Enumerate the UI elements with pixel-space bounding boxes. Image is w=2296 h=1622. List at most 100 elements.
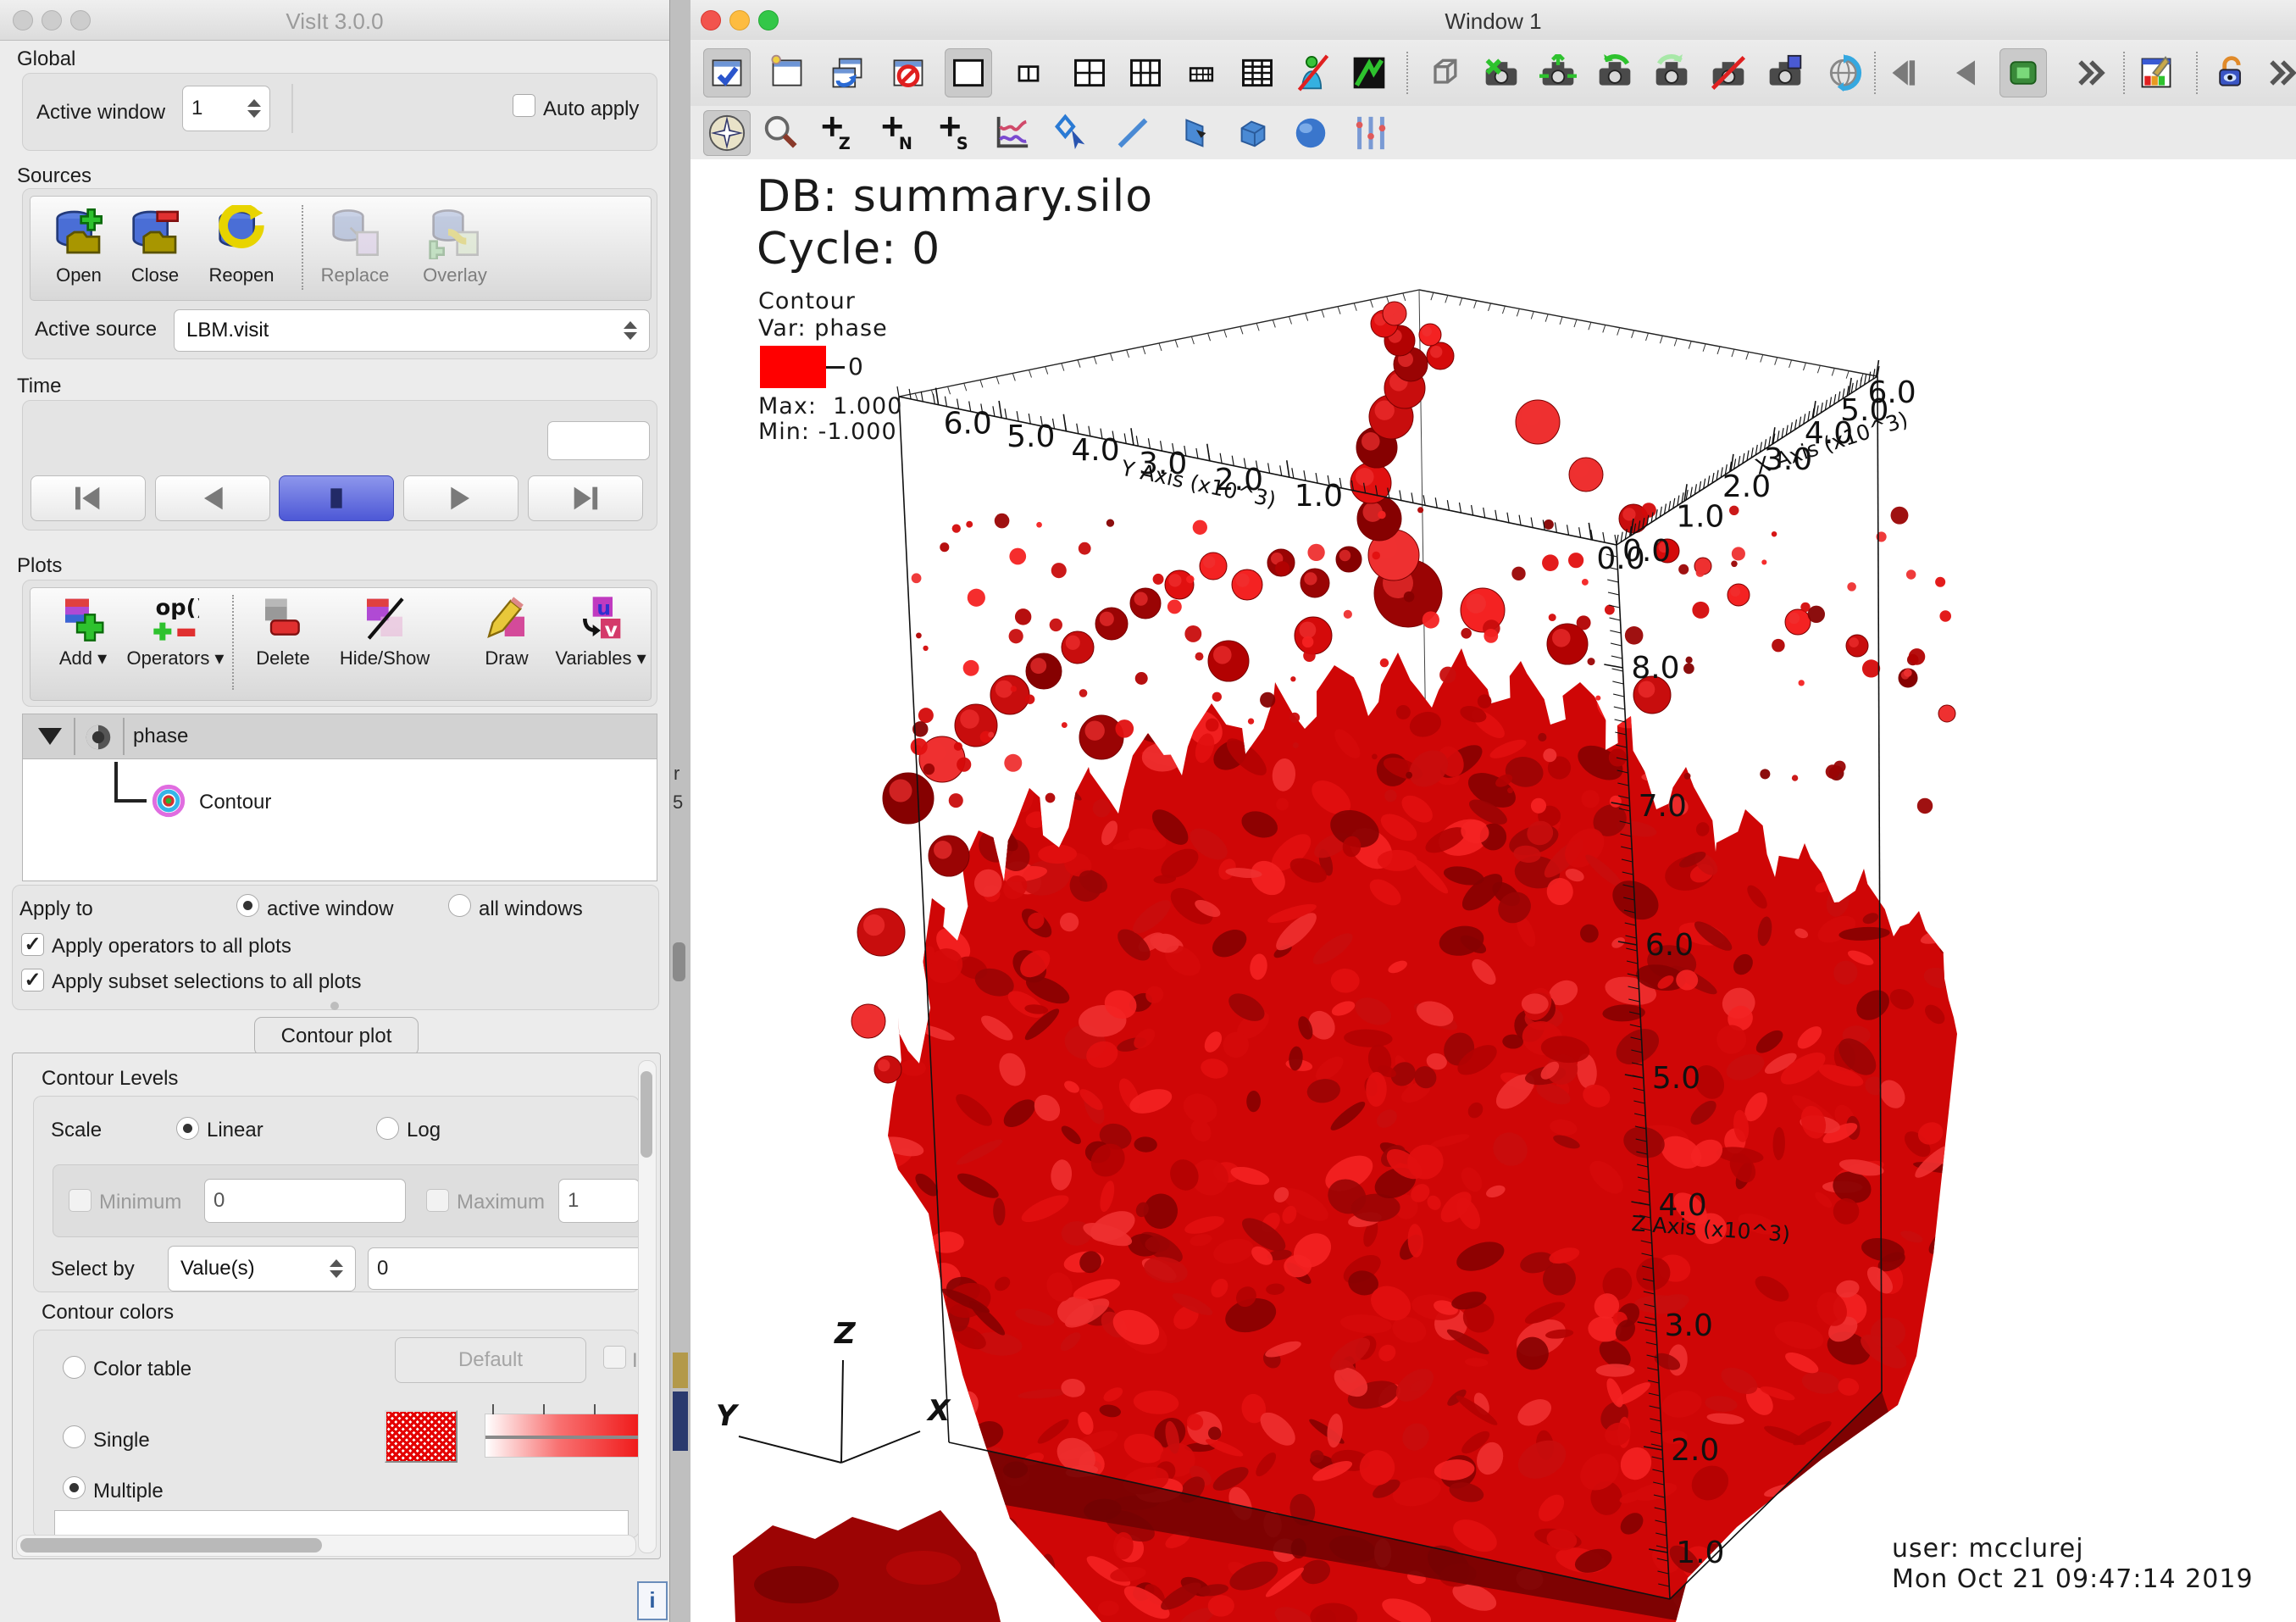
all-windows-radio-label[interactable]: all windows <box>479 897 583 921</box>
draw-plot-button[interactable]: Draw <box>468 595 546 669</box>
multiple-radio[interactable] <box>63 1476 86 1499</box>
layout-1x1-button[interactable] <box>945 48 992 97</box>
panel-titlebar[interactable]: VisIt 3.0.0 <box>0 0 669 41</box>
tab-contour-plot[interactable]: Contour plot <box>254 1017 419 1056</box>
open-database-button[interactable]: Open <box>42 205 115 286</box>
close-database-button[interactable]: Close <box>119 205 191 286</box>
linear-label[interactable]: Linear <box>207 1119 263 1142</box>
expand-triangle-icon[interactable] <box>38 728 62 745</box>
colortable-button[interactable] <box>2132 48 2180 97</box>
toolbar-overflow-button[interactable] <box>2067 48 2115 97</box>
levels-list[interactable] <box>54 1510 629 1536</box>
operators-button[interactable]: op()Operators ▾ <box>125 595 225 669</box>
bbox-navigate-button[interactable] <box>1421 48 1468 97</box>
apply-operators-label[interactable]: Apply operators to all plots <box>52 935 291 958</box>
active-window-radio[interactable] <box>236 894 259 917</box>
clone-window-button[interactable] <box>824 48 871 97</box>
hide-toolbars-button[interactable] <box>1289 48 1337 97</box>
color-table-label[interactable]: Color table <box>93 1358 191 1381</box>
render-viewport[interactable]: 6.05.04.03.02.01.00.0Y Axis (x10^3)0.01.… <box>690 159 2296 1622</box>
layout-3x4-button[interactable] <box>1178 48 1225 97</box>
pick-node-button[interactable] <box>1048 110 1095 156</box>
crosshair-n-button[interactable]: N <box>873 110 921 156</box>
camera-snapshot-button[interactable] <box>1761 48 1809 97</box>
minimum-checkbox[interactable] <box>69 1189 92 1212</box>
stop-button[interactable] <box>279 475 394 521</box>
linear-radio[interactable] <box>176 1117 199 1140</box>
all-windows-radio[interactable] <box>448 894 471 917</box>
single-label[interactable]: Single <box>93 1429 150 1453</box>
color-table-radio[interactable] <box>63 1356 86 1379</box>
play-reverse-button[interactable] <box>155 475 270 521</box>
active-window-spinner[interactable]: 1 <box>182 86 270 131</box>
anim-play-reverse-button[interactable] <box>1942 48 1989 97</box>
zoom-mode-button[interactable] <box>757 110 804 156</box>
apply-subset-label[interactable]: Apply subset selections to all plots <box>52 970 362 994</box>
reopen-database-button[interactable]: Reopen <box>205 205 278 286</box>
single-color-swatch[interactable] <box>385 1410 458 1463</box>
single-radio[interactable] <box>63 1425 86 1448</box>
layout-2x2-button[interactable] <box>1066 48 1113 97</box>
apply-operators-checkbox[interactable] <box>21 933 44 956</box>
log-radio[interactable] <box>376 1117 399 1140</box>
opacity-slider[interactable] <box>485 1414 649 1458</box>
layout-1x2-button[interactable] <box>1005 48 1052 97</box>
timestep-back-button[interactable] <box>1883 48 1930 97</box>
axis-restriction-button[interactable] <box>1347 110 1395 156</box>
spinner-arrows-icon[interactable] <box>247 99 261 118</box>
clear-window-button[interactable] <box>885 48 932 97</box>
apply-subset-checkbox[interactable] <box>21 969 44 992</box>
add-plot-button[interactable]: Add ▾ <box>44 595 122 669</box>
multiple-label[interactable]: Multiple <box>93 1480 164 1503</box>
active-window-radio-label[interactable]: active window <box>267 897 393 921</box>
next-frame-button[interactable] <box>528 475 643 521</box>
line-tool-button[interactable] <box>1109 110 1156 156</box>
camera-rotate-button[interactable] <box>1591 48 1639 97</box>
spin-view-button[interactable] <box>1345 48 1393 97</box>
lineout-button[interactable] <box>988 110 1035 156</box>
vscroll-thumb[interactable] <box>641 1071 652 1158</box>
camera-unset-button[interactable] <box>1478 48 1525 97</box>
visibility-eye-icon[interactable] <box>82 721 114 753</box>
anim-stop-button[interactable] <box>1999 48 2047 97</box>
plot-list-group-row[interactable]: phase <box>23 714 657 759</box>
plane-tool-button[interactable] <box>1169 110 1217 156</box>
layout-2x3-button[interactable] <box>1122 48 1169 97</box>
auto-apply-checkbox[interactable] <box>513 94 535 117</box>
minimum-field[interactable]: 0 <box>204 1179 406 1223</box>
attributes-hscrollbar[interactable] <box>16 1535 636 1557</box>
crosshair-z-button[interactable]: Z <box>813 110 861 156</box>
toolbar-overflow-button[interactable] <box>2259 48 2296 97</box>
log-label[interactable]: Log <box>407 1119 441 1142</box>
attributes-vscrollbar[interactable] <box>638 1060 657 1553</box>
camera-disable-button[interactable] <box>1705 48 1752 97</box>
camera-pan-button[interactable] <box>1534 48 1582 97</box>
sphere-tool-button[interactable] <box>1287 110 1334 156</box>
lock-view-button[interactable] <box>2207 48 2254 97</box>
delete-plot-button[interactable]: Delete <box>244 595 322 669</box>
recenter-view-button[interactable] <box>1820 48 1867 97</box>
invert-checkbox[interactable] <box>603 1346 626 1369</box>
active-window-button[interactable] <box>703 48 751 97</box>
maximum-field[interactable]: 1 <box>558 1179 640 1223</box>
box-tool-button[interactable] <box>1229 110 1277 156</box>
select-by-combo[interactable]: Value(s) <box>168 1246 356 1291</box>
play-button[interactable] <box>403 475 519 521</box>
plot-item-label[interactable]: Contour <box>199 791 271 814</box>
new-window-button[interactable] <box>763 48 811 97</box>
maximum-checkbox[interactable] <box>426 1189 449 1212</box>
navigate-compass-button[interactable] <box>703 110 751 156</box>
active-source-combo[interactable]: LBM.visit <box>174 309 650 352</box>
default-colortable-button[interactable]: Default <box>395 1337 586 1383</box>
hscroll-thumb[interactable] <box>20 1538 322 1553</box>
variables-button[interactable]: uvVariables ▾ <box>551 595 651 669</box>
cycle-field[interactable] <box>547 421 650 460</box>
prev-frame-button[interactable] <box>31 475 146 521</box>
crosshair-s-button[interactable]: S <box>931 110 979 156</box>
hide-show-plot-button[interactable]: Hide/Show <box>346 595 424 669</box>
contour-values-field[interactable]: 0 <box>368 1247 647 1290</box>
viewer-titlebar[interactable]: Window 1 <box>690 0 2296 41</box>
layout-4x4-button[interactable] <box>1234 48 1281 97</box>
output-window-icon[interactable]: i <box>637 1581 668 1620</box>
camera-reset-button[interactable] <box>1648 48 1695 97</box>
